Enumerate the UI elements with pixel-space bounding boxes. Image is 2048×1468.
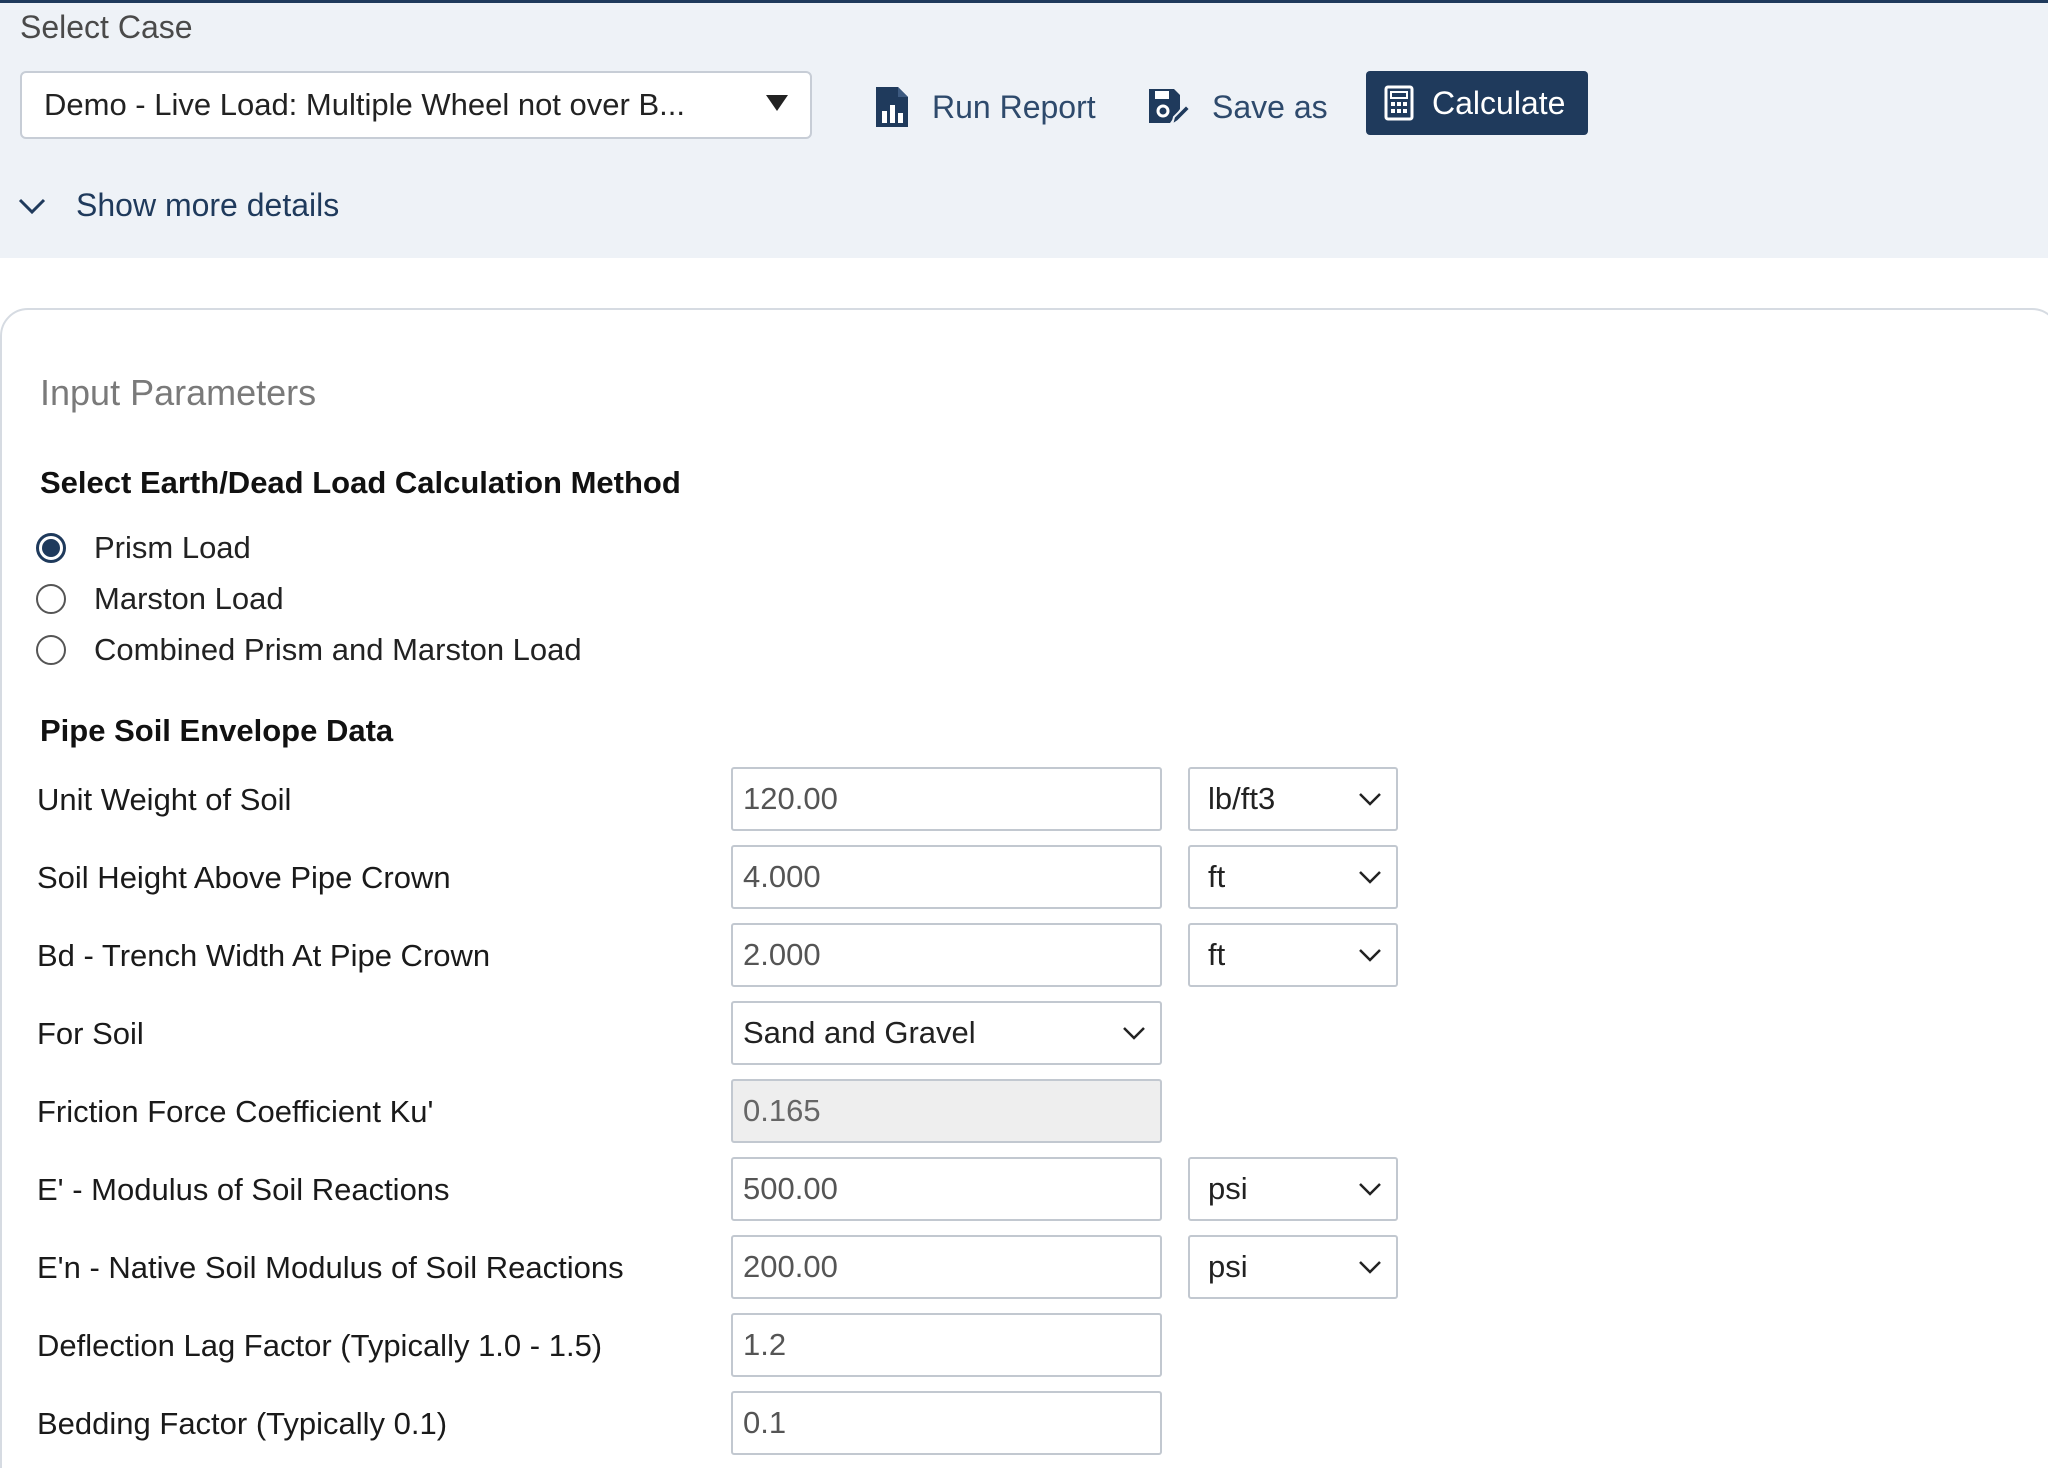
- run-report-button[interactable]: Run Report: [872, 77, 1096, 137]
- method-group-title: Select Earth/Dead Load Calculation Metho…: [40, 465, 681, 500]
- select-case-label: Select Case: [20, 9, 193, 45]
- run-report-label: Run Report: [932, 88, 1096, 125]
- for-soil-select[interactable]: Sand and Gravel: [731, 1001, 1162, 1065]
- chevron-down-icon: [1359, 1183, 1381, 1196]
- chevron-down-icon: [1123, 1027, 1145, 1040]
- unit-value: ft: [1208, 859, 1226, 894]
- radio-button-checked[interactable]: [36, 533, 66, 563]
- chevron-down-icon: [18, 198, 46, 214]
- envelope-group-title: Pipe Soil Envelope Data: [40, 713, 394, 748]
- deflection-lag-input[interactable]: [731, 1313, 1162, 1377]
- unit-weight-label: Unit Weight of Soil: [37, 782, 292, 817]
- save-as-button[interactable]: Save as: [1144, 77, 1328, 137]
- radio-label: Prism Load: [94, 530, 251, 565]
- radio-label: Marston Load: [94, 581, 284, 616]
- unit-value: psi: [1208, 1249, 1248, 1284]
- save-edit-icon: [1149, 89, 1192, 128]
- calculate-button[interactable]: Calculate: [1366, 71, 1588, 135]
- soil-height-input[interactable]: [731, 845, 1162, 909]
- radio-prism-load[interactable]: Prism Load: [36, 530, 251, 566]
- radio-combined-load[interactable]: Combined Prism and Marston Load: [36, 632, 582, 668]
- chevron-down-icon: [1359, 871, 1381, 884]
- unit-value: ft: [1208, 937, 1226, 972]
- calculator-icon: [1384, 85, 1414, 121]
- friction-coefficient-label: Friction Force Coefficient Ku': [37, 1094, 434, 1129]
- unit-weight-unit-select[interactable]: lb/ft3: [1188, 767, 1398, 831]
- chevron-down-icon: [1359, 1261, 1381, 1274]
- native-modulus-input[interactable]: [731, 1235, 1162, 1299]
- soil-height-label: Soil Height Above Pipe Crown: [37, 860, 451, 895]
- show-more-details-toggle[interactable]: Show more details: [18, 187, 339, 224]
- soil-height-unit-select[interactable]: ft: [1188, 845, 1398, 909]
- trench-width-input[interactable]: [731, 923, 1162, 987]
- trench-width-label: Bd - Trench Width At Pipe Crown: [37, 938, 491, 973]
- unit-weight-input[interactable]: [731, 767, 1162, 831]
- bedding-factor-label: Bedding Factor (Typically 0.1): [37, 1406, 448, 1441]
- radio-marston-load[interactable]: Marston Load: [36, 581, 284, 617]
- calculate-label: Calculate: [1432, 84, 1566, 121]
- modulus-unit-select[interactable]: psi: [1188, 1157, 1398, 1221]
- radio-button[interactable]: [36, 635, 66, 665]
- native-modulus-unit-select[interactable]: psi: [1188, 1235, 1398, 1299]
- report-chart-icon: [876, 87, 908, 127]
- unit-value: psi: [1208, 1171, 1248, 1206]
- chevron-down-icon: [1359, 793, 1381, 806]
- unit-value: lb/ft3: [1208, 781, 1276, 816]
- for-soil-label: For Soil: [37, 1016, 144, 1051]
- radio-label: Combined Prism and Marston Load: [94, 632, 582, 667]
- friction-coefficient-input: [731, 1079, 1162, 1143]
- modulus-label: E' - Modulus of Soil Reactions: [37, 1172, 450, 1207]
- show-more-label: Show more details: [76, 187, 340, 223]
- modulus-input[interactable]: [731, 1157, 1162, 1221]
- native-modulus-label: E'n - Native Soil Modulus of Soil Reacti…: [37, 1250, 624, 1285]
- case-select-dropdown[interactable]: Demo - Live Load: Multiple Wheel not ove…: [20, 71, 812, 139]
- deflection-lag-label: Deflection Lag Factor (Typically 1.0 - 1…: [37, 1328, 603, 1363]
- radio-button[interactable]: [36, 584, 66, 614]
- caret-down-icon: [766, 95, 788, 111]
- case-header-panel: Select Case Demo - Live Load: Multiple W…: [0, 0, 2048, 258]
- bedding-factor-input[interactable]: [731, 1391, 1162, 1455]
- chevron-down-icon: [1359, 949, 1381, 962]
- soil-type-value: Sand and Gravel: [743, 1015, 976, 1050]
- case-select-value: Demo - Live Load: Multiple Wheel not ove…: [44, 87, 685, 122]
- save-as-label: Save as: [1212, 88, 1328, 125]
- trench-width-unit-select[interactable]: ft: [1188, 923, 1398, 987]
- section-title: Input Parameters: [40, 372, 317, 413]
